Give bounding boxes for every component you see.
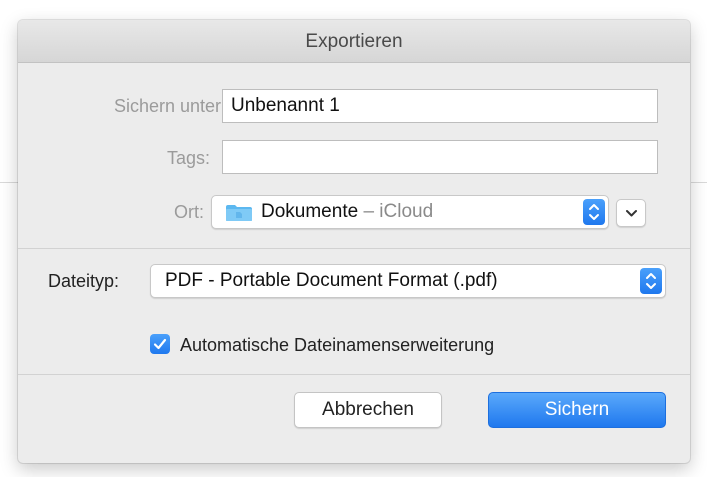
save-as-label: Sichern unter: — [113, 96, 226, 116]
extension-checkbox[interactable] — [150, 334, 170, 354]
cancel-button[interactable]: Abbrechen — [294, 392, 442, 428]
save-as-input[interactable]: Unbenannt 1 — [222, 89, 658, 123]
dialog-title: Exportieren — [18, 20, 690, 63]
tags-label: Tags: — [166, 148, 210, 168]
expand-button[interactable] — [616, 199, 646, 227]
location-label: Ort: — [174, 202, 204, 222]
filetype-value: PDF - Portable Document Format (.pdf) — [165, 270, 498, 291]
extension-checkbox-label[interactable]: Automatische Dateinamenserweiterung — [180, 335, 494, 356]
location-value: Dokumente – iCloud — [261, 196, 433, 228]
tags-input[interactable] — [222, 140, 658, 174]
stepper-icon — [583, 199, 605, 225]
location-folder: Dokumente — [261, 201, 359, 222]
location-service: iCloud — [379, 201, 434, 222]
export-dialog: Exportieren Sichern unter: Unbenannt 1 T… — [18, 20, 690, 463]
background-divider — [0, 182, 20, 183]
section-divider — [18, 374, 690, 375]
filetype-popup[interactable]: PDF - Portable Document Format (.pdf) — [150, 264, 666, 298]
stepper-icon — [640, 268, 662, 294]
section-divider — [18, 248, 690, 249]
chevron-down-icon — [626, 210, 637, 217]
location-separator: – — [358, 201, 380, 222]
location-popup[interactable]: Dokumente – iCloud — [211, 195, 609, 229]
save-button[interactable]: Sichern — [488, 392, 666, 428]
folder-icon — [226, 205, 252, 221]
filetype-label: Dateityp: — [48, 271, 120, 291]
background-divider — [691, 182, 707, 183]
checkmark-icon — [153, 338, 167, 350]
